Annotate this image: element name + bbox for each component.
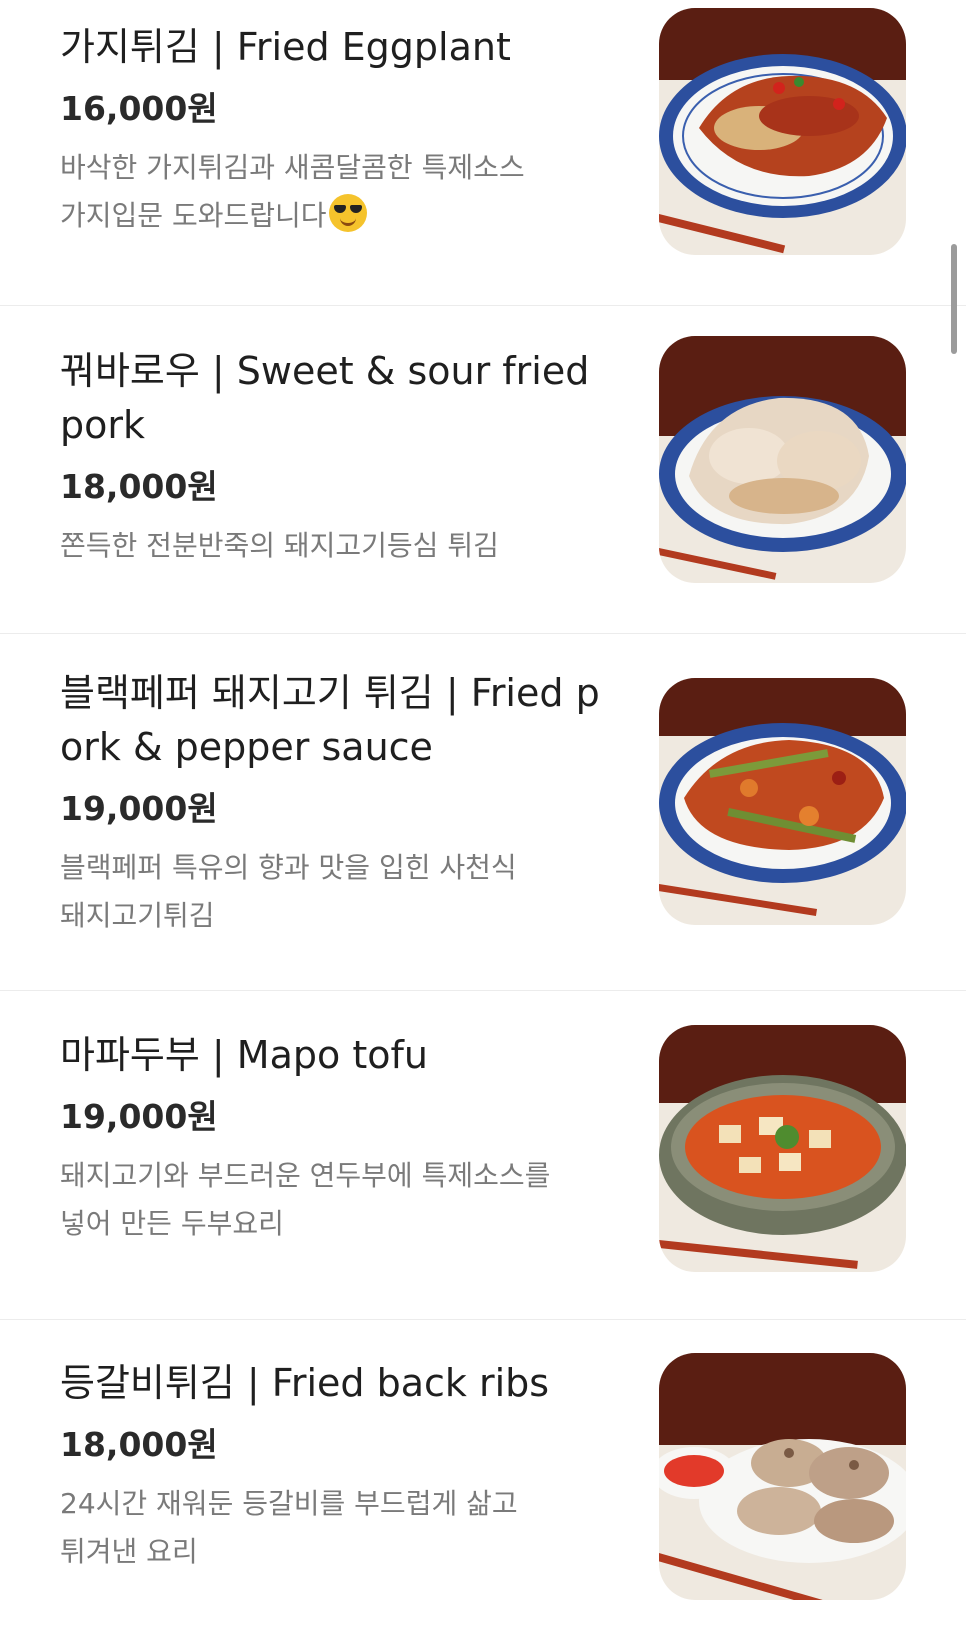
menu-item-description: 바삭한 가지튀김과 새콤달콤한 특제소스 가지입문 도와드랍니다	[60, 144, 620, 240]
menu-item-description: 돼지고기와 부드러운 연두부에 특제소스를 넣어 만든 두부요리	[60, 1152, 620, 1248]
menu-item-photo[interactable]	[659, 1353, 906, 1600]
menu-item-price: 16,000원	[60, 89, 218, 128]
menu-item-description-line: 가지입문 도와드랍니다	[60, 199, 327, 232]
menu-item-name: 등갈비튀김 | Fried back ribs	[60, 1361, 550, 1405]
menu-item-description: 24시간 재워둔 등갈비를 부드럽게 삶고 튀겨낸 요리	[60, 1480, 620, 1576]
menu-item-photo[interactable]	[659, 8, 906, 255]
menu-item-text: 꿔바로우 | Sweet & sour fried pork 18,000원 쫀…	[60, 344, 620, 570]
menu-item-description-line: 블랙페퍼 특유의 향과 맛을 입힌 사천식	[60, 851, 517, 884]
menu-item-price: 18,000원	[60, 1425, 218, 1464]
mapo-tofu-photo	[659, 1025, 906, 1272]
menu-item-text: 가지튀김 | Fried Eggplant 16,000원 바삭한 가지튀김과 …	[60, 20, 620, 240]
menu-item-name: 블랙페퍼 돼지고기 튀김 | Fried pork & pepper sauce	[60, 671, 600, 769]
menu-item-description: 블랙페퍼 특유의 향과 맛을 입힌 사천식 돼지고기튀김	[60, 844, 620, 940]
fried-back-ribs-photo	[659, 1353, 906, 1600]
sweet-sour-pork-photo	[659, 336, 906, 583]
menu-item-price: 19,000원	[60, 789, 218, 828]
menu-item-description-line: 바삭한 가지튀김과 새콤달콤한 특제소스	[60, 151, 525, 184]
sunglasses-emoji-icon	[328, 194, 367, 232]
menu-item-text: 마파두부 | Mapo tofu 19,000원 돼지고기와 부드러운 연두부에…	[60, 1028, 620, 1248]
menu-item-price: 18,000원	[60, 467, 218, 506]
menu-item-photo[interactable]	[659, 678, 906, 925]
menu-item-description-line: 돼지고기튀김	[60, 899, 215, 932]
menu-item-fried-eggplant[interactable]: 가지튀김 | Fried Eggplant 16,000원 바삭한 가지튀김과 …	[0, 0, 966, 305]
pepper-pork-photo	[659, 678, 906, 925]
menu-item-name: 꿔바로우 | Sweet & sour fried pork	[60, 349, 590, 447]
menu-item-description-line: 돼지고기와 부드러운 연두부에 특제소스를	[60, 1159, 551, 1192]
menu-item-description-line: 넣어 만든 두부요리	[60, 1207, 284, 1240]
menu-item-text: 등갈비튀김 | Fried back ribs 18,000원 24시간 재워둔…	[60, 1356, 620, 1576]
fried-eggplant-photo	[659, 8, 906, 255]
menu-item-pepper-pork[interactable]: 블랙페퍼 돼지고기 튀김 | Fried pork & pepper sauce…	[0, 634, 966, 990]
menu-item-description-line: 쫀득한 전분반죽의 돼지고기등심 튀김	[60, 529, 499, 562]
menu-item-description-line: 튀겨낸 요리	[60, 1535, 198, 1568]
menu-item-fried-back-ribs[interactable]: 등갈비튀김 | Fried back ribs 18,000원 24시간 재워둔…	[0, 1320, 966, 1646]
menu-item-description-line: 24시간 재워둔 등갈비를 부드럽게 삶고	[60, 1487, 518, 1520]
menu-item-price: 19,000원	[60, 1097, 218, 1136]
menu-item-name: 가지튀김 | Fried Eggplant	[60, 25, 511, 69]
menu-item-photo[interactable]	[659, 336, 906, 583]
scrollbar[interactable]	[951, 244, 957, 354]
menu-item-name: 마파두부 | Mapo tofu	[60, 1033, 428, 1077]
menu-item-text: 블랙페퍼 돼지고기 튀김 | Fried pork & pepper sauce…	[60, 666, 620, 940]
menu-item-description: 쫀득한 전분반죽의 돼지고기등심 튀김	[60, 522, 620, 570]
menu-item-photo[interactable]	[659, 1025, 906, 1272]
menu-item-mapo-tofu[interactable]: 마파두부 | Mapo tofu 19,000원 돼지고기와 부드러운 연두부에…	[0, 991, 966, 1319]
menu-item-sweet-sour-pork[interactable]: 꿔바로우 | Sweet & sour fried pork 18,000원 쫀…	[0, 306, 966, 633]
